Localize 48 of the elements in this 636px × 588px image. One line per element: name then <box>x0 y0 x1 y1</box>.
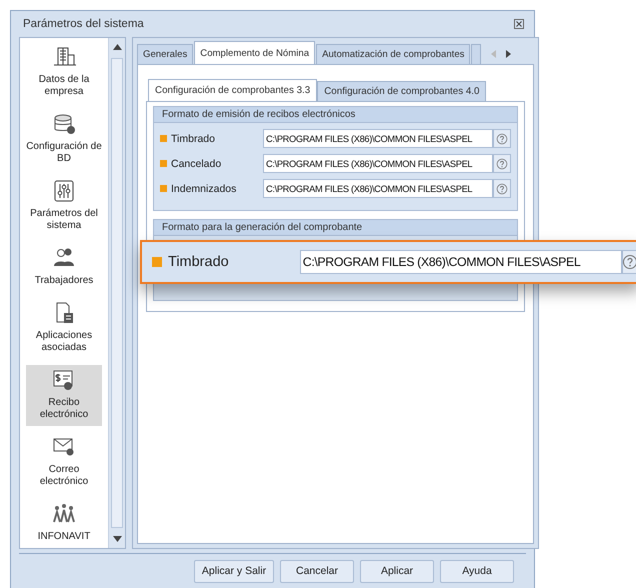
sidebar-item[interactable]: Configuración de BD <box>26 109 102 170</box>
dialog-button[interactable]: Aplicar <box>360 560 434 582</box>
dialog-button[interactable]: Ayuda <box>440 560 514 582</box>
sidebar-item[interactable]: INFONAVIT <box>26 499 102 548</box>
sidebar-item[interactable]: Aplicaciones asociadas <box>26 298 102 359</box>
tab[interactable]: Generales <box>137 44 194 64</box>
marker-square <box>152 257 162 267</box>
close-icon[interactable] <box>514 19 524 29</box>
sidebar-item-icon <box>52 179 76 203</box>
help-button[interactable] <box>493 179 511 198</box>
scroll-thumb[interactable] <box>111 58 123 528</box>
help-button[interactable] <box>493 129 511 148</box>
path-field[interactable]: C:\PROGRAM FILES (X86)\COMMON FILES\ASPEL <box>263 179 493 198</box>
sidebar-item[interactable]: Correo electrónico <box>26 432 102 493</box>
window-title: Parámetros del sistema <box>23 18 144 30</box>
scroll-right-icon[interactable] <box>506 50 512 58</box>
sidebar-item[interactable]: Datos de la empresa <box>26 42 102 103</box>
scroll-up-icon[interactable] <box>112 44 122 50</box>
sidebar-item[interactable]: Recibo electrónico <box>26 365 102 426</box>
help-button[interactable] <box>622 250 636 274</box>
path-field[interactable]: C:\PROGRAM FILES (X86)\COMMON FILES\ASPEL <box>263 129 493 148</box>
help-button[interactable] <box>493 154 511 173</box>
help-icon <box>496 158 508 170</box>
field-label: Timbrado <box>168 254 230 270</box>
tab[interactable]: Configuración de comprobantes 3.3 <box>148 79 318 101</box>
sidebar-item-icon <box>52 112 76 136</box>
marker-square <box>160 185 167 192</box>
field-label: Indemnizados <box>171 182 238 194</box>
path-field[interactable]: C:\PROGRAM FILES (X86)\COMMON FILES\ASPEL <box>300 250 622 274</box>
help-icon <box>496 132 508 144</box>
scroll-down-icon[interactable] <box>112 536 122 542</box>
marker-square <box>160 135 167 142</box>
path-field[interactable]: C:\PROGRAM FILES (X86)\COMMON FILES\ASPEL <box>263 154 493 173</box>
field-label: Cancelado <box>171 158 222 170</box>
help-icon <box>496 182 508 194</box>
scrollbar[interactable] <box>108 38 125 548</box>
group-title: Formato de emisión de recibos electrónicos <box>154 107 517 123</box>
sidebar-item[interactable]: Trabajadores <box>26 243 102 292</box>
sidebar-item[interactable]: Parámetros del sistema <box>26 176 102 237</box>
tab[interactable]: Automatización de comprobantes <box>316 44 470 64</box>
marker-square <box>160 160 167 167</box>
dialog-button[interactable]: Aplicar y Salir <box>194 560 274 582</box>
tab[interactable]: Configuración de comprobantes 4.0 <box>317 81 486 101</box>
field-label: Timbrado <box>171 132 216 144</box>
tab[interactable]: Complemento de Nómina <box>194 41 316 64</box>
dialog-button[interactable]: Cancelar <box>280 560 354 582</box>
help-icon <box>623 254 636 270</box>
group-title: Formato para la generación del comprobante <box>154 220 517 236</box>
